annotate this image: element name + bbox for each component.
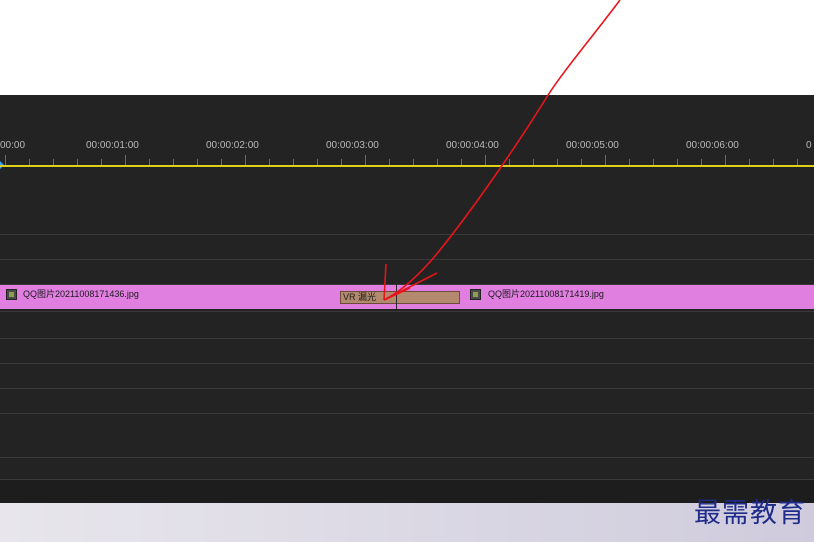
time-ruler[interactable]: 00:00 00:00:01:00 00:00:02:00 00:00:03:0…: [0, 95, 814, 169]
track-divider: [0, 388, 814, 389]
ruler-tick: [725, 155, 726, 165]
timecode-label: 00:00:02:00: [206, 140, 259, 151]
track-divider: [0, 363, 814, 364]
timecode-label: 00:00:06:00: [686, 140, 739, 151]
ruler-tick: [365, 155, 366, 165]
work-area-bar[interactable]: [0, 165, 814, 167]
blank-area: [0, 0, 814, 95]
image-clip-icon: [6, 289, 17, 300]
timecode-label: 0: [806, 140, 812, 151]
timeline-panel[interactable]: 00:00 00:00:01:00 00:00:02:00 00:00:03:0…: [0, 95, 814, 503]
timeline-scrollbar[interactable]: [0, 479, 814, 503]
footer-background: [0, 503, 814, 542]
timecode-label: 00:00:01:00: [86, 140, 139, 151]
ruler-tick: [125, 155, 126, 165]
transition-effect[interactable]: VR 漏光: [340, 291, 460, 304]
clip-name[interactable]: QQ图片20211008171419.jpg: [488, 285, 604, 309]
track-divider: [0, 234, 814, 235]
track-divider: [0, 259, 814, 260]
track-divider: [0, 311, 814, 312]
ruler-tick: [245, 155, 246, 165]
clip-name[interactable]: QQ图片20211008171436.jpg: [23, 285, 139, 309]
timecode-label: 00:00: [0, 140, 26, 151]
ruler-tick: [485, 155, 486, 165]
clip-edit-point: [396, 281, 397, 309]
track-divider: [0, 413, 814, 414]
transition-label: VR 漏光: [343, 292, 377, 302]
ruler-tick: [605, 155, 606, 165]
timecode-label: 00:00:04:00: [446, 140, 499, 151]
ruler-tick: [5, 155, 6, 165]
image-clip-icon: [470, 289, 481, 300]
timecode-label: 00:00:05:00: [566, 140, 619, 151]
watermark-logo-text: 最需教育: [694, 498, 806, 529]
timecode-label: 00:00:03:00: [326, 140, 379, 151]
track-divider: [0, 457, 814, 458]
track-divider: [0, 338, 814, 339]
